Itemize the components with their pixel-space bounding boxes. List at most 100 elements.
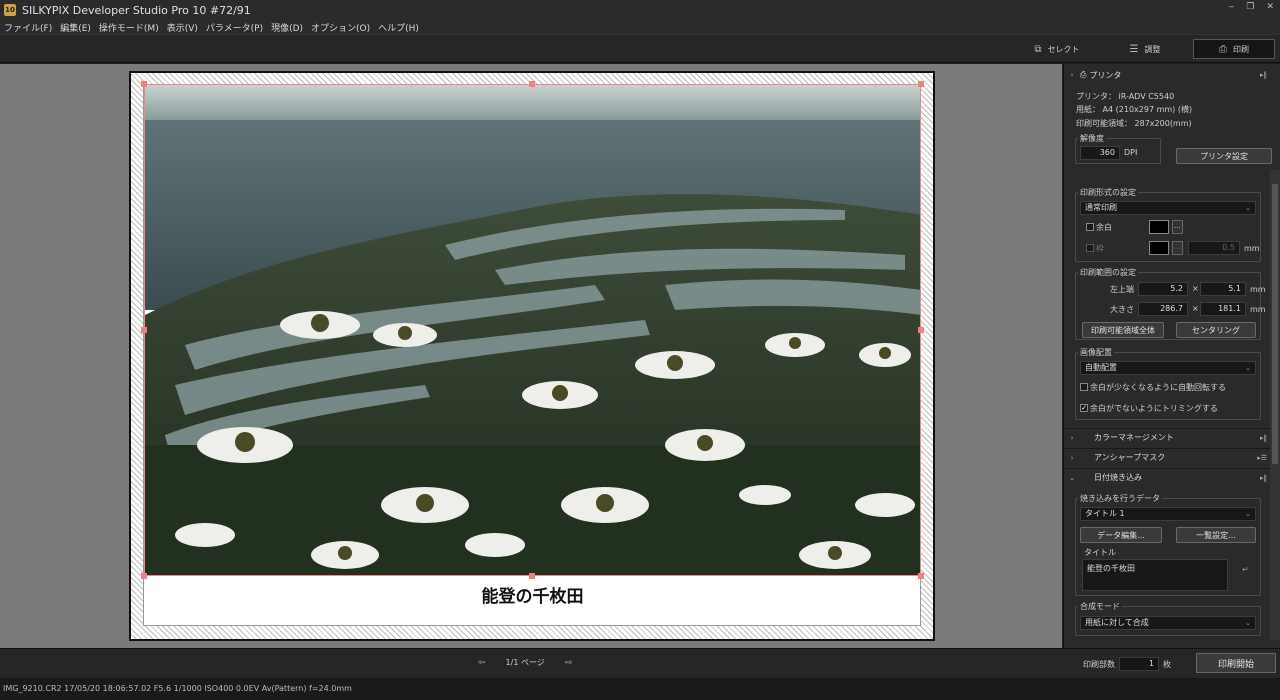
topleft-unit: mm bbox=[1250, 285, 1266, 294]
centering-button[interactable]: センタリング bbox=[1176, 322, 1256, 338]
chevron-down-icon: ⌄ bbox=[1245, 204, 1251, 212]
color-management-title: カラーマネージメント bbox=[1094, 433, 1174, 442]
menu-view[interactable]: 表示(V) bbox=[167, 21, 198, 34]
close-icon[interactable]: ✕ bbox=[1266, 2, 1274, 12]
auto-rotate-label: 余白が少なくなるように自動回転する bbox=[1090, 383, 1226, 392]
menu-parameter[interactable]: パラメータ(P) bbox=[206, 21, 263, 34]
minimize-icon[interactable]: ‒ bbox=[1229, 2, 1235, 12]
imprint-text-label: タイトル bbox=[1084, 548, 1116, 557]
tab-select[interactable]: ⧉ セレクト bbox=[1016, 39, 1098, 59]
copies-unit: 枚 bbox=[1163, 659, 1171, 669]
photo-preview[interactable] bbox=[144, 84, 921, 576]
copies-label: 印刷部数 bbox=[1083, 659, 1115, 669]
restore-icon[interactable]: ❐ bbox=[1246, 2, 1254, 12]
whole-area-button[interactable]: 印刷可能領域全体 bbox=[1082, 322, 1164, 338]
range-title: 印刷範囲の設定 bbox=[1078, 267, 1138, 278]
expand-arrow-icon: › bbox=[1070, 453, 1074, 462]
pin-icon[interactable]: ▸‖ bbox=[1260, 71, 1267, 79]
resize-handle-bl[interactable] bbox=[141, 573, 147, 579]
tab-adjust-label: 調整 bbox=[1144, 44, 1161, 54]
printer-settings-button[interactable]: プリンタ設定 bbox=[1176, 148, 1272, 164]
menu-mode[interactable]: 操作モード(M) bbox=[99, 21, 159, 34]
chevron-down-icon: ⌄ bbox=[1245, 619, 1251, 627]
print-settings-panel: › ⎙ プリンタ ▸‖ プリンタ： iR-ADV C5540 用紙： A4 (2… bbox=[1063, 64, 1280, 648]
frame-width-input[interactable]: 0.5 bbox=[1188, 241, 1240, 255]
composite-select[interactable]: 用紙に対して合成 ⌄ bbox=[1080, 616, 1256, 630]
tab-print[interactable]: ⎙ 印刷 bbox=[1193, 39, 1275, 59]
pin-icon[interactable]: ▸‖ bbox=[1260, 474, 1267, 482]
data-edit-button[interactable]: データ編集... bbox=[1080, 527, 1162, 543]
pin-icon[interactable]: ▸☰ bbox=[1257, 454, 1267, 462]
trim-label: 余白がでないようにトリミングする bbox=[1090, 404, 1218, 413]
size-width-input[interactable]: 286.7 bbox=[1138, 302, 1188, 316]
unsharp-mask-header[interactable]: › アンシャープマスク ▸☰ bbox=[1064, 448, 1271, 466]
topleft-x-input[interactable]: 5.2 bbox=[1138, 282, 1188, 296]
placement-value: 自動配置 bbox=[1085, 363, 1117, 372]
photo-image bbox=[145, 85, 920, 575]
enter-icon[interactable]: ↵ bbox=[1242, 565, 1249, 574]
menu-file[interactable]: ファイル(F) bbox=[4, 21, 52, 34]
imprint-data-group: 焼き込みを行うデータ タイトル 1 ⌄ データ編集... 一覧設定... タイト… bbox=[1075, 493, 1261, 596]
frame-unit: mm bbox=[1244, 244, 1260, 253]
margin-color-swatch[interactable] bbox=[1149, 220, 1169, 234]
resize-handle-br[interactable] bbox=[918, 573, 924, 579]
margin-checkbox[interactable] bbox=[1086, 223, 1094, 231]
trim-checkbox[interactable]: ✓ bbox=[1080, 404, 1088, 412]
print-start-button[interactable]: 印刷開始 bbox=[1196, 653, 1276, 673]
printer-icon: ⎙ bbox=[1080, 70, 1087, 79]
printer-section-title: プリンタ bbox=[1089, 70, 1122, 80]
list-settings-button[interactable]: 一覧設定... bbox=[1176, 527, 1256, 543]
imprint-data-title: 焼き込みを行うデータ bbox=[1078, 493, 1162, 504]
resize-handle-r[interactable] bbox=[918, 327, 924, 333]
resize-handle-tr[interactable] bbox=[918, 81, 924, 87]
composite-value: 用紙に対して合成 bbox=[1085, 618, 1149, 627]
printer-icon: ⎙ bbox=[1219, 43, 1227, 55]
prev-page-icon[interactable]: ⇦ bbox=[478, 658, 486, 668]
resize-handle-b[interactable] bbox=[529, 573, 535, 579]
bottom-bar: ⇦ 1/1 ページ ⇨ 印刷部数 1 枚 印刷開始 bbox=[0, 648, 1280, 678]
resize-handle-t[interactable] bbox=[529, 81, 535, 87]
page-navigation: ⇦ 1/1 ページ ⇨ bbox=[478, 657, 572, 668]
tab-adjust[interactable]: ☰ 調整 bbox=[1104, 39, 1186, 59]
scrollbar-thumb[interactable] bbox=[1272, 184, 1278, 464]
topleft-label: 左上端 bbox=[1110, 285, 1134, 294]
menu-options[interactable]: オプション(O) bbox=[311, 21, 370, 34]
auto-rotate-checkbox[interactable] bbox=[1080, 383, 1088, 391]
margin-color-button[interactable]: ... bbox=[1172, 220, 1183, 234]
menu-bar: ファイル(F) 編集(E) 操作モード(M) 表示(V) パラメータ(P) 現像… bbox=[0, 20, 1280, 34]
color-management-header[interactable]: › カラーマネージメント ▸‖ bbox=[1064, 428, 1271, 446]
imprint-text-area[interactable]: 能登の千枚田 bbox=[1082, 559, 1228, 591]
frame-color-button[interactable]: ... bbox=[1172, 241, 1183, 255]
resize-handle-tl[interactable] bbox=[141, 81, 147, 87]
margin-label: 余白 bbox=[1096, 223, 1112, 232]
panel-scrollbar[interactable] bbox=[1270, 170, 1280, 640]
imprint-data-select[interactable]: タイトル 1 ⌄ bbox=[1080, 507, 1256, 521]
page-indicator: 1/1 ページ bbox=[505, 658, 545, 667]
next-page-icon[interactable]: ⇨ bbox=[565, 658, 573, 668]
date-imprint-header[interactable]: ⌄ 日付焼き込み ▸‖ bbox=[1064, 468, 1271, 486]
resolution-input[interactable]: 360 bbox=[1080, 146, 1120, 160]
times-sign: × bbox=[1192, 284, 1199, 293]
printer-section-header[interactable]: › ⎙ プリンタ ▸‖ bbox=[1064, 66, 1271, 84]
print-mode-value: 通常印刷 bbox=[1085, 203, 1117, 212]
frame-color-swatch[interactable] bbox=[1149, 241, 1169, 255]
menu-help[interactable]: ヘルプ(H) bbox=[378, 21, 419, 34]
copies-input[interactable]: 1 bbox=[1119, 657, 1159, 671]
collapse-arrow-icon: › bbox=[1070, 71, 1074, 79]
status-bar: IMG_9210.CR2 17/05/20 18:06:57.02 F5.6 1… bbox=[0, 678, 1280, 700]
resize-handle-l[interactable] bbox=[141, 327, 147, 333]
print-mode-select[interactable]: 通常印刷 ⌄ bbox=[1080, 201, 1256, 215]
placement-select[interactable]: 自動配置 ⌄ bbox=[1080, 361, 1256, 375]
menu-edit[interactable]: 編集(E) bbox=[60, 21, 91, 34]
topleft-y-input[interactable]: 5.1 bbox=[1200, 282, 1246, 296]
resolution-group: 解像度 360 DPI bbox=[1075, 133, 1161, 164]
printable-area-size: 印刷可能領域： 287x200(mm) bbox=[1076, 119, 1192, 128]
paper-size: 用紙： A4 (210x297 mm) (横) bbox=[1076, 105, 1193, 114]
print-preview-canvas: 能登の千枚田 bbox=[0, 64, 1062, 648]
frame-checkbox[interactable] bbox=[1086, 244, 1094, 252]
imprint-caption: 能登の千枚田 bbox=[481, 587, 584, 607]
size-height-input[interactable]: 181.1 bbox=[1200, 302, 1246, 316]
unsharp-mask-title: アンシャープマスク bbox=[1094, 453, 1166, 462]
menu-develop[interactable]: 現像(D) bbox=[271, 21, 303, 34]
pin-icon[interactable]: ▸‖ bbox=[1260, 434, 1267, 442]
